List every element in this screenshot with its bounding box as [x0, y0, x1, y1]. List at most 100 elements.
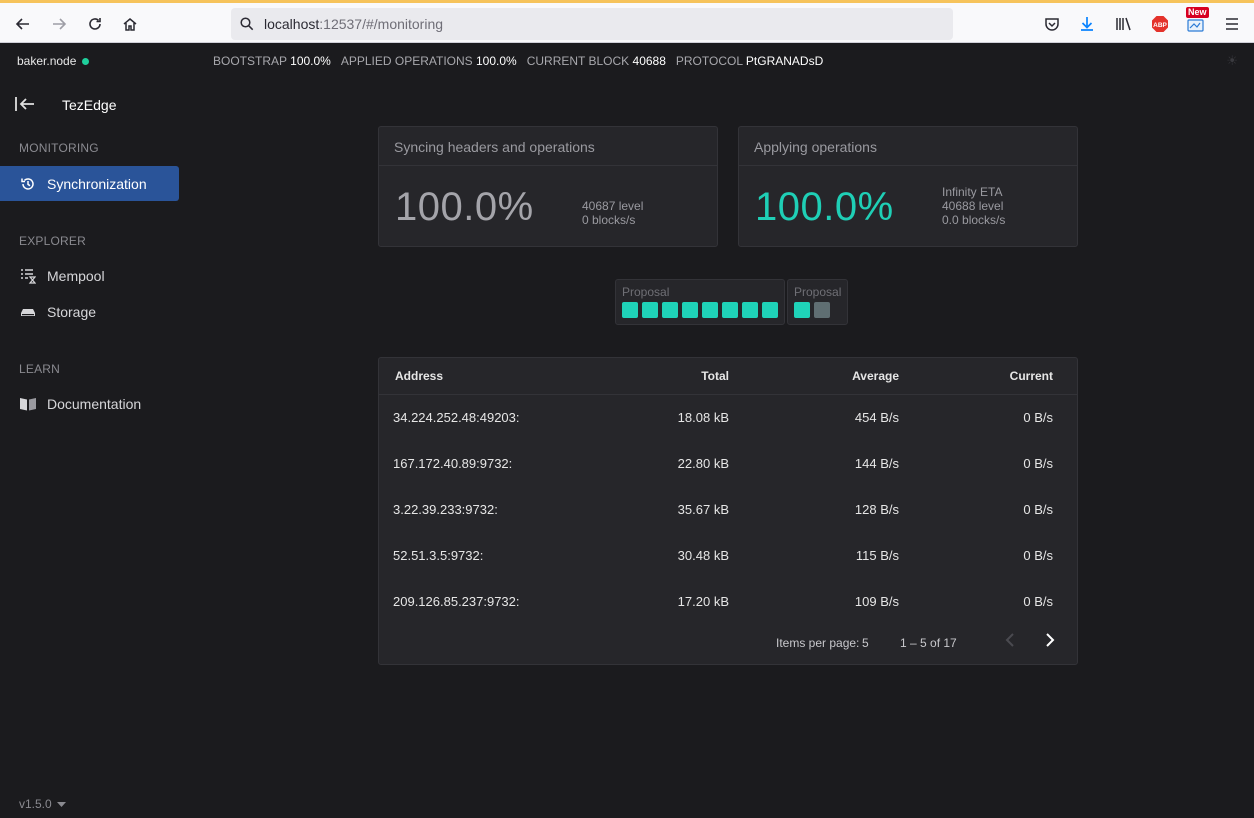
extension-icon[interactable]: New	[1186, 7, 1209, 34]
forward-icon[interactable]	[48, 13, 70, 35]
applying-card-title: Applying operations	[739, 127, 1077, 166]
round-block-1: Proposal	[615, 279, 785, 325]
table-row[interactable]: 209.126.85.237:9732: 17.20 kB 109 B/s 0 …	[379, 579, 1077, 625]
adblock-icon[interactable]: ABP	[1150, 14, 1170, 34]
page-size-select[interactable]: 5	[862, 636, 869, 650]
column-average[interactable]: Average	[852, 358, 899, 395]
collapse-sidebar-button[interactable]	[14, 95, 36, 113]
chevron-right-icon	[1046, 633, 1055, 647]
syncing-card-title: Syncing headers and operations	[379, 127, 717, 166]
library-icon[interactable]	[1114, 14, 1134, 34]
syncing-level: 40687 level	[582, 199, 644, 213]
syncing-card: Syncing headers and operations 100.0% 40…	[378, 126, 718, 247]
storage-icon	[19, 303, 37, 321]
round-square	[682, 302, 698, 318]
peer-current: 0 B/s	[1023, 502, 1053, 517]
peer-average: 128 B/s	[854, 502, 899, 517]
sidebar-item-label: Storage	[47, 303, 97, 320]
round-square	[814, 302, 830, 318]
browser-toolbar: localhost:12537/#/monitoring ABP New	[0, 0, 1254, 43]
peer-total: 35.67 kB	[677, 502, 729, 517]
node-selector[interactable]: baker.node	[17, 54, 90, 68]
url-text: localhost:12537/#/monitoring	[264, 16, 444, 32]
chevron-left-icon	[1005, 633, 1014, 647]
round-square	[702, 302, 718, 318]
peer-average: 144 B/s	[854, 456, 899, 471]
round-square	[794, 302, 810, 318]
peer-current: 0 B/s	[1023, 548, 1053, 563]
history-icon	[19, 175, 37, 193]
previous-page-button[interactable]	[999, 630, 1021, 652]
sync-status: BOOTSTRAP 100.0% APPLIED OPERATIONS 100.…	[213, 54, 823, 68]
round-label: Proposal	[794, 285, 842, 299]
peer-current: 0 B/s	[1023, 410, 1053, 425]
section-monitoring: MONITORING	[19, 141, 99, 155]
round-label: Proposal	[622, 285, 670, 299]
applying-level: 40688 level	[942, 199, 1004, 213]
peer-average: 109 B/s	[854, 594, 899, 609]
table-row[interactable]: 52.51.3.5:9732: 30.48 kB 115 B/s 0 B/s	[379, 533, 1077, 579]
sidebar-item-documentation[interactable]: Documentation	[0, 386, 179, 421]
collapse-arrow-icon	[15, 97, 34, 111]
book-icon	[19, 395, 37, 413]
paginator: Items per page: 5 1 – 5 of 17	[379, 620, 1077, 664]
home-icon[interactable]	[119, 13, 141, 35]
sidebar-item-label: Mempool	[47, 267, 105, 284]
version-selector[interactable]: v1.5.0	[19, 797, 66, 811]
status-applied-operations: APPLIED OPERATIONS 100.0%	[340, 54, 517, 68]
theme-toggle-icon[interactable]: ☀	[1226, 53, 1238, 69]
table-row[interactable]: 167.172.40.89:9732: 22.80 kB 144 B/s 0 B…	[379, 441, 1077, 487]
peer-address: 167.172.40.89:9732:	[393, 456, 513, 471]
peer-total: 30.48 kB	[677, 548, 729, 563]
url-bar[interactable]: localhost:12537/#/monitoring	[231, 8, 953, 40]
peer-current: 0 B/s	[1023, 594, 1053, 609]
syncing-rate: 0 blocks/s	[582, 213, 636, 227]
applying-percent: 100.0%	[755, 185, 894, 229]
round-square	[742, 302, 758, 318]
column-current[interactable]: Current	[1010, 358, 1053, 395]
column-total[interactable]: Total	[701, 358, 729, 395]
version-label: v1.5.0	[19, 797, 52, 811]
peer-total: 22.80 kB	[677, 456, 729, 471]
peer-address: 209.126.85.237:9732:	[393, 594, 520, 609]
sidebar-item-label: Documentation	[47, 395, 142, 412]
peer-address: 3.22.39.233:9732:	[393, 502, 498, 517]
peer-average: 454 B/s	[854, 410, 899, 425]
round-square	[762, 302, 778, 318]
round-square	[642, 302, 658, 318]
table-header: Address Total Average Current	[379, 358, 1077, 395]
sidebar-item-label: Synchronization	[47, 175, 147, 192]
status-current-block: CURRENT BLOCK 40688	[526, 54, 666, 68]
peer-address: 34.224.252.48:49203:	[393, 410, 520, 425]
reload-icon[interactable]	[84, 13, 106, 35]
caret-down-icon	[56, 797, 66, 811]
sidebar-item-mempool[interactable]: Mempool	[0, 258, 179, 293]
round-squares	[622, 302, 778, 318]
column-address[interactable]: Address	[395, 358, 443, 395]
peer-average: 115 B/s	[855, 548, 899, 563]
app-title: TezEdge	[62, 97, 117, 113]
pocket-icon[interactable]	[1042, 14, 1062, 34]
sidebar-item-storage[interactable]: Storage	[0, 294, 179, 329]
status-protocol: PROTOCOL PtGRANADsD	[675, 54, 824, 68]
sidebar-item-synchronization[interactable]: Synchronization	[0, 166, 179, 201]
peer-total: 17.20 kB	[677, 594, 729, 609]
status-bootstrap: BOOTSTRAP 100.0%	[213, 54, 331, 68]
next-page-button[interactable]	[1039, 630, 1061, 652]
round-block-2: Proposal	[787, 279, 848, 325]
node-status-bar: baker.node BOOTSTRAP 100.0% APPLIED OPER…	[0, 43, 1254, 78]
sidebar: TezEdge MONITORING Synchronization EXPLO…	[0, 78, 190, 818]
round-square	[722, 302, 738, 318]
table-row[interactable]: 3.22.39.233:9732: 35.67 kB 128 B/s 0 B/s	[379, 487, 1077, 533]
table-row[interactable]: 34.224.252.48:49203: 18.08 kB 454 B/s 0 …	[379, 395, 1077, 441]
menu-icon[interactable]	[1222, 14, 1242, 34]
peers-table: Address Total Average Current 34.224.252…	[378, 357, 1078, 665]
download-icon[interactable]	[1077, 14, 1097, 34]
peer-total: 18.08 kB	[677, 410, 729, 425]
mempool-icon	[19, 267, 37, 285]
applying-card: Applying operations 100.0% Infinity ETA …	[738, 126, 1078, 247]
page-range: 1 – 5 of 17	[900, 636, 957, 650]
peer-current: 0 B/s	[1023, 456, 1053, 471]
svg-text:ABP: ABP	[1153, 22, 1167, 29]
back-icon[interactable]	[12, 13, 34, 35]
